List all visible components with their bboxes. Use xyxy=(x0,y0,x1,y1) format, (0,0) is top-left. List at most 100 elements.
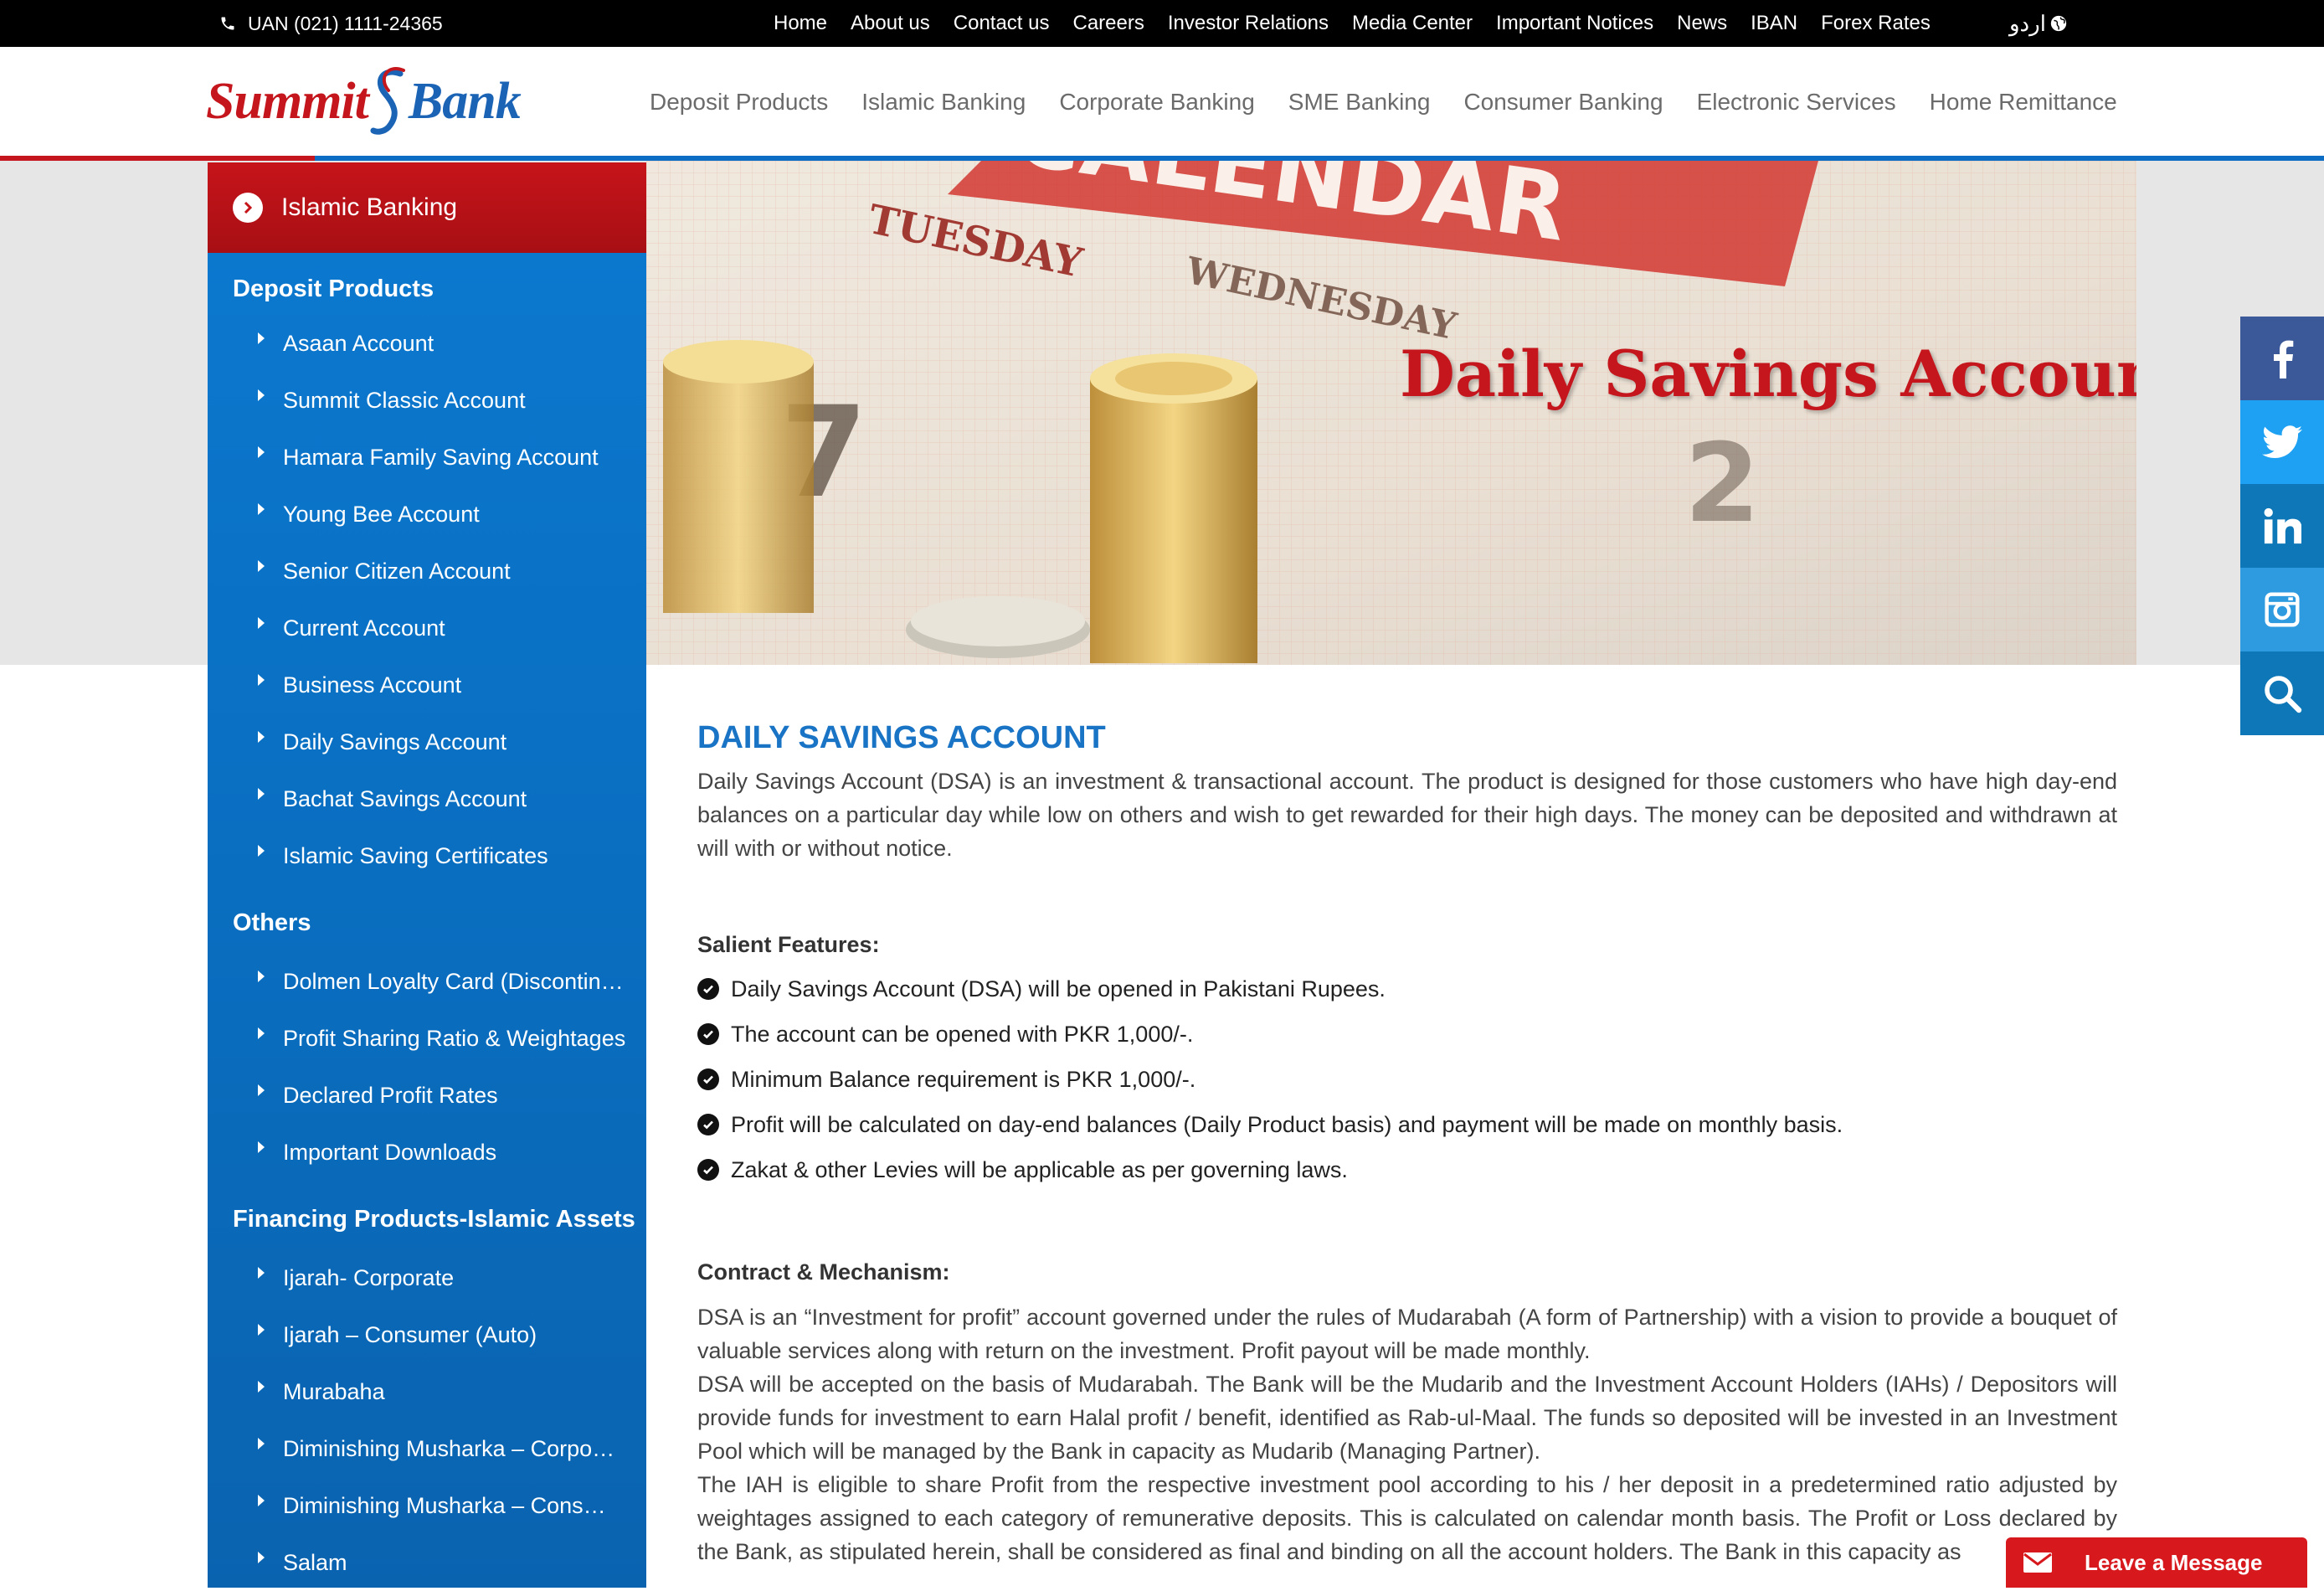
top-link-home[interactable]: Home xyxy=(762,12,839,35)
sidebar-item-young-bee-account[interactable]: Young Bee Account xyxy=(208,486,646,543)
main-nav: Deposit Products Islamic Banking Corpora… xyxy=(633,47,2134,157)
sidebar-group-others[interactable]: Others xyxy=(208,893,646,953)
nav-sme-banking[interactable]: SME Banking xyxy=(1272,89,1447,116)
sidebar-item-islamic-saving-certificates[interactable]: Islamic Saving Certificates xyxy=(208,827,646,884)
contract-mechanism-title: Contract & Mechanism: xyxy=(697,1259,950,1285)
nav-corporate-banking[interactable]: Corporate Banking xyxy=(1042,89,1271,116)
instagram-button[interactable] xyxy=(2240,568,2324,651)
caret-right-icon xyxy=(258,1552,265,1563)
sidebar-item-dolmen-loyalty-card[interactable]: Dolmen Loyalty Card (Discontinued) xyxy=(208,953,646,1010)
caret-right-icon xyxy=(258,617,265,629)
sidebar-menu: Deposit Products Asaan Account Summit Cl… xyxy=(208,253,646,1591)
check-circle-icon xyxy=(697,978,719,1000)
sidebar-item-salam[interactable]: Salam xyxy=(208,1534,646,1591)
sidebar-item-ijarah-corporate[interactable]: Ijarah- Corporate xyxy=(208,1249,646,1306)
page-title: DAILY SAVINGS ACCOUNT xyxy=(697,720,1106,755)
sidebar-item-business-account[interactable]: Business Account xyxy=(208,656,646,713)
search-button[interactable] xyxy=(2240,651,2324,735)
nav-consumer-banking[interactable]: Consumer Banking xyxy=(1447,89,1679,116)
uan-text: UAN (021) 1111-24365 xyxy=(248,12,443,34)
contract-paragraph-2: DSA will be accepted on the basis of Mud… xyxy=(697,1372,2117,1464)
caret-right-icon xyxy=(258,446,265,458)
sidebar-item-hamara-family-saving-account[interactable]: Hamara Family Saving Account xyxy=(208,429,646,486)
check-circle-icon xyxy=(697,1068,719,1090)
banner-image: CALENDAR TUESDAY WEDNESDAY 7 2 Daily Sav… xyxy=(646,161,2136,665)
linkedin-icon xyxy=(2264,507,2301,544)
caret-right-icon xyxy=(258,1495,265,1506)
top-link-contact[interactable]: Contact us xyxy=(942,12,1062,35)
circle-chevron-right-icon xyxy=(233,193,263,223)
search-icon xyxy=(2265,676,2302,713)
top-link-investor-relations[interactable]: Investor Relations xyxy=(1156,12,1340,35)
sidebar-item-profit-sharing-ratio[interactable]: Profit Sharing Ratio & Weightages xyxy=(208,1010,646,1067)
list-item: The account can be opened with PKR 1,000… xyxy=(697,1012,2117,1057)
calendar-coins-illustration: CALENDAR TUESDAY WEDNESDAY 7 2 xyxy=(646,161,2136,665)
contract-paragraph-3: The IAH is eligible to share Profit from… xyxy=(697,1472,2117,1564)
facebook-icon xyxy=(2274,340,2294,378)
main-content: DAILY SAVINGS ACCOUNT Daily Savings Acco… xyxy=(697,720,2117,1568)
sidebar-item-murabaha[interactable]: Murabaha xyxy=(208,1363,646,1420)
top-link-careers[interactable]: Careers xyxy=(1062,12,1156,35)
top-link-forex-rates[interactable]: Forex Rates xyxy=(1809,12,1942,35)
sidebar-item-declared-profit-rates[interactable]: Declared Profit Rates xyxy=(208,1067,646,1124)
sidebar-item-daily-savings-account[interactable]: Daily Savings Account xyxy=(208,713,646,770)
language-label[interactable]: اردو xyxy=(2009,11,2046,37)
caret-right-icon xyxy=(258,1027,265,1039)
nav-islamic-banking[interactable]: Islamic Banking xyxy=(845,89,1042,116)
sidebar: Islamic Banking Deposit Products Asaan A… xyxy=(208,162,646,1588)
caret-right-icon xyxy=(258,1267,265,1279)
caret-right-icon xyxy=(258,674,265,686)
sidebar-item-ijarah-consumer[interactable]: Ijarah – Consumer (Auto) xyxy=(208,1306,646,1363)
top-link-media-center[interactable]: Media Center xyxy=(1340,12,1484,35)
top-link-important-notices[interactable]: Important Notices xyxy=(1484,12,1665,35)
check-circle-icon xyxy=(697,1159,719,1181)
contract-paragraph-1: DSA is an “Investment for profit” accoun… xyxy=(697,1305,2117,1363)
caret-right-icon xyxy=(258,1381,265,1393)
sidebar-item-diminishing-musharka-consumer[interactable]: Diminishing Musharka – Consumer xyxy=(208,1477,646,1534)
social-bar xyxy=(2240,317,2324,735)
caret-right-icon xyxy=(258,1084,265,1096)
sidebar-item-asaan-account[interactable]: Asaan Account xyxy=(208,315,646,372)
caret-right-icon xyxy=(258,845,265,857)
top-bar: UAN (021) 1111-24365 Home About us Conta… xyxy=(0,0,2324,47)
caret-right-icon xyxy=(258,971,265,982)
sidebar-item-bachat-savings-account[interactable]: Bachat Savings Account xyxy=(208,770,646,827)
caret-right-icon xyxy=(258,1438,265,1449)
check-circle-icon xyxy=(697,1114,719,1135)
facebook-button[interactable] xyxy=(2240,317,2324,400)
sidebar-group-deposit-products[interactable]: Deposit Products xyxy=(208,263,646,315)
sidebar-item-current-account[interactable]: Current Account xyxy=(208,600,646,656)
caret-right-icon xyxy=(258,389,265,401)
nav-deposit-products[interactable]: Deposit Products xyxy=(633,89,845,116)
logo-word-bank: Bank xyxy=(408,72,522,130)
nav-electronic-services[interactable]: Electronic Services xyxy=(1680,89,1913,116)
site-header: Summit Bank Deposit Products Islamic Ban… xyxy=(0,47,2324,157)
leave-message-button[interactable]: Leave a Message xyxy=(2006,1537,2307,1588)
sidebar-item-important-downloads[interactable]: Important Downloads xyxy=(208,1124,646,1181)
caret-right-icon xyxy=(258,731,265,743)
top-link-about[interactable]: About us xyxy=(839,12,942,35)
top-links: Home About us Contact us Careers Investo… xyxy=(762,0,1942,47)
envelope-icon xyxy=(2023,1552,2052,1573)
twitter-button[interactable] xyxy=(2240,400,2324,484)
twitter-icon xyxy=(2262,425,2302,458)
sidebar-item-summit-classic-account[interactable]: Summit Classic Account xyxy=(208,372,646,429)
caret-right-icon xyxy=(258,560,265,572)
nav-home-remittance[interactable]: Home Remittance xyxy=(1913,89,2134,116)
list-item: Profit will be calculated on day-end bal… xyxy=(697,1102,2117,1147)
logo-word-summit: Summit xyxy=(206,72,369,130)
sidebar-heading[interactable]: Islamic Banking xyxy=(208,162,646,253)
top-link-iban[interactable]: IBAN xyxy=(1739,12,1809,35)
caret-right-icon xyxy=(258,788,265,800)
language-switch[interactable]: اردو xyxy=(2009,0,2068,47)
sidebar-item-senior-citizen-account[interactable]: Senior Citizen Account xyxy=(208,543,646,600)
logo-s-mark-icon xyxy=(370,67,405,135)
sidebar-group-financing-products[interactable]: Financing Products-Islamic Assets xyxy=(208,1189,646,1249)
caret-right-icon xyxy=(258,1324,265,1336)
sidebar-item-diminishing-musharka-corporate[interactable]: Diminishing Musharka – Corporate xyxy=(208,1420,646,1477)
instagram-icon xyxy=(2265,592,2300,627)
summit-bank-logo[interactable]: Summit Bank xyxy=(206,64,522,139)
top-link-news[interactable]: News xyxy=(1665,12,1739,35)
list-item: Minimum Balance requirement is PKR 1,000… xyxy=(697,1057,2117,1102)
linkedin-button[interactable] xyxy=(2240,484,2324,568)
